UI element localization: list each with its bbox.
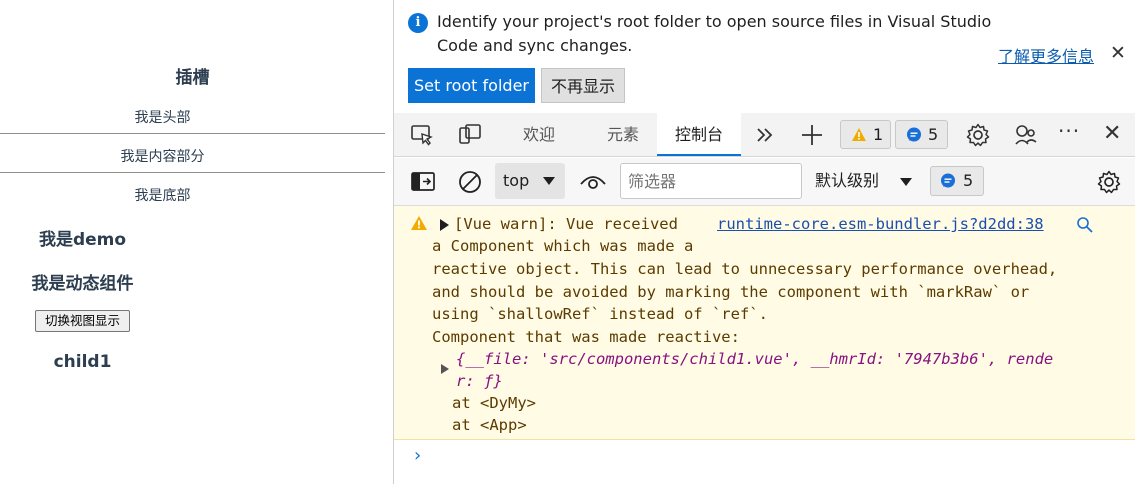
child-title: child1 xyxy=(53,352,112,372)
demo-title: 我是demo xyxy=(38,230,127,250)
search-icon[interactable] xyxy=(1076,216,1094,234)
devtools-panel: i Identify your project's root folder to… xyxy=(393,0,1135,484)
filter-input[interactable] xyxy=(620,163,802,199)
log-levels-dropdown[interactable]: 默认级别 xyxy=(815,163,920,199)
sidebar-toggle-icon[interactable] xyxy=(410,170,436,194)
devtools-toolbar: 欢迎 元素 控制台 1 5 ··· ✕ xyxy=(394,113,1135,157)
log-levels-label: 默认级别 xyxy=(815,171,880,190)
learn-more-link[interactable]: 了解更多信息 xyxy=(998,43,1094,67)
component-trace: at <DyMy> xyxy=(452,394,536,412)
message-icon xyxy=(941,173,955,188)
warnings-badge[interactable]: 1 xyxy=(840,120,891,149)
divider xyxy=(0,172,385,173)
warning-icon xyxy=(411,216,427,230)
toggle-view-button[interactable]: 切换视图显示 xyxy=(35,310,130,332)
header-text: 我是头部 xyxy=(134,110,191,126)
more-tabs-icon[interactable] xyxy=(752,122,778,148)
clear-console-icon[interactable] xyxy=(457,169,483,195)
tab-console[interactable]: 控制台 xyxy=(657,113,741,156)
dynamic-component-title: 我是动态组件 xyxy=(31,274,134,294)
messages-count: 5 xyxy=(928,125,939,144)
page-preview: 插槽 我是头部 我是内容部分 我是底部 我是demo 我是动态组件 切换视图显示… xyxy=(0,0,393,484)
warning-icon xyxy=(852,128,866,141)
set-root-folder-button[interactable]: Set root folder xyxy=(408,68,535,103)
close-devtools-icon[interactable]: ✕ xyxy=(1103,121,1121,146)
console-messages-badge[interactable]: 5 xyxy=(930,166,984,196)
warnings-count: 1 xyxy=(873,125,884,144)
context-select[interactable]: top xyxy=(495,163,565,199)
component-trace: at <App> xyxy=(452,416,527,434)
message-icon xyxy=(907,127,921,142)
messages-badge[interactable]: 5 xyxy=(895,120,948,149)
console-settings-icon[interactable] xyxy=(1096,169,1122,195)
chevron-down-icon xyxy=(900,178,912,186)
expand-object-icon[interactable] xyxy=(441,364,449,374)
tab-elements[interactable]: 元素 xyxy=(590,113,656,156)
warning-line: [Vue warn]: Vue received xyxy=(454,215,678,233)
console-prompt-icon[interactable]: › xyxy=(414,445,421,466)
more-options-icon[interactable]: ··· xyxy=(1058,119,1080,143)
add-tab-icon[interactable] xyxy=(799,122,825,148)
console-warning-message: [Vue warn]: Vue received runtime-core.es… xyxy=(394,206,1135,440)
object-preview[interactable]: r: ƒ} xyxy=(456,370,503,392)
customize-icon[interactable] xyxy=(1013,122,1039,148)
source-link[interactable]: runtime-core.esm-bundler.js?d2dd:38 xyxy=(717,213,1044,235)
content-text: 我是内容部分 xyxy=(120,149,205,165)
close-icon[interactable]: ✕ xyxy=(1110,42,1126,64)
banner-message: Identify your project's root folder to o… xyxy=(437,12,992,55)
tab-welcome[interactable]: 欢迎 xyxy=(506,113,572,156)
divider xyxy=(0,133,385,134)
device-emulation-icon[interactable] xyxy=(457,122,483,148)
gear-icon[interactable] xyxy=(965,122,991,148)
chevron-down-icon xyxy=(543,177,555,185)
warning-line: a Component which was made a xyxy=(432,237,694,255)
console-toolbar: top 默认级别 5 xyxy=(394,158,1135,206)
eye-icon[interactable] xyxy=(579,172,607,192)
warning-line: Component that was made reactive: xyxy=(432,328,740,346)
dont-show-again-button[interactable]: 不再显示 xyxy=(541,68,625,103)
expand-triangle-icon[interactable] xyxy=(440,219,449,231)
slot-title: 插槽 xyxy=(175,68,210,88)
info-banner: i Identify your project's root folder to… xyxy=(394,0,1135,110)
inspect-element-icon[interactable] xyxy=(409,122,435,148)
info-icon: i xyxy=(408,13,428,33)
warning-line: reactive object. This can lead to unnece… xyxy=(432,260,1058,278)
object-preview[interactable]: {__file: 'src/components/child1.vue', __… xyxy=(456,348,1053,370)
console-messages-count: 5 xyxy=(963,171,974,190)
warning-line: using `shallowRef` instead of `ref`. xyxy=(432,305,768,323)
footer-text: 我是底部 xyxy=(134,188,191,204)
warning-line: and should be avoided by marking the com… xyxy=(432,283,1030,301)
context-value: top xyxy=(503,171,530,190)
